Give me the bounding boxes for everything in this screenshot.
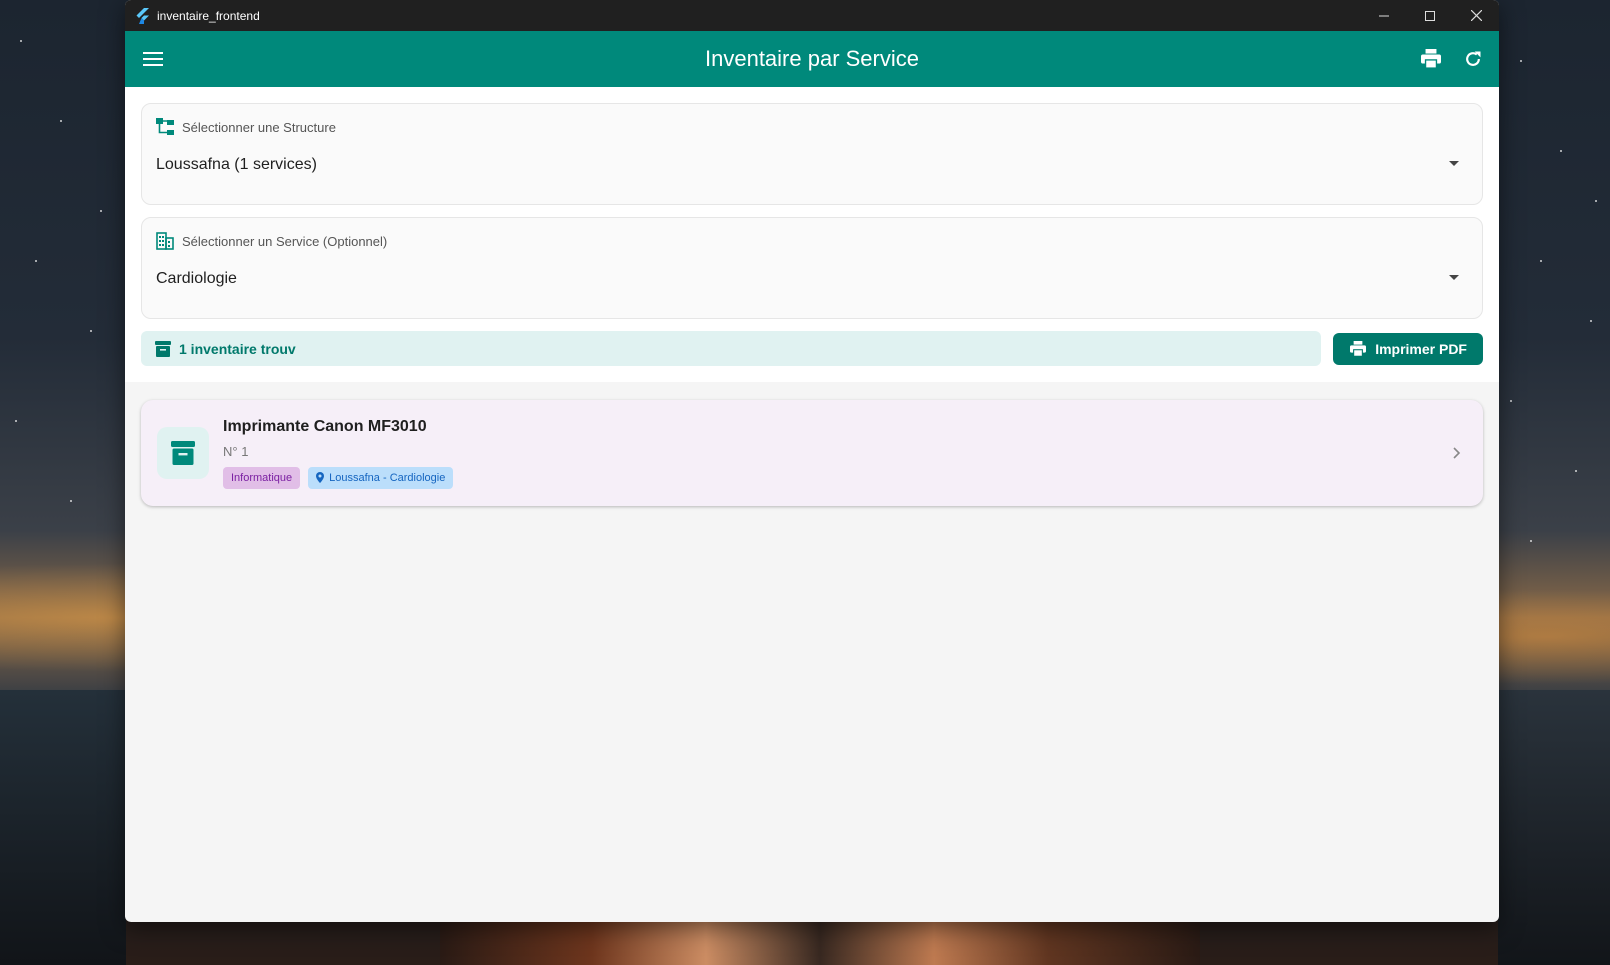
maximize-button[interactable] [1407,0,1453,31]
inventory-list: Imprimante Canon MF3010 N° 1 Informatiqu… [125,382,1499,524]
close-button[interactable] [1453,0,1499,31]
service-label: Sélectionner un Service (Optionnel) [182,233,388,249]
maximize-icon [1425,10,1435,21]
minimize-icon [1379,15,1389,16]
inventory-icon [171,441,195,465]
dropdown-arrow-icon [1449,161,1459,166]
dropdown-arrow-icon [1449,275,1459,280]
business-icon [156,232,174,250]
service-dropdown[interactable]: Sélectionner un Service (Optionnel) Card… [141,217,1483,319]
print-pdf-label: Imprimer PDF [1375,340,1467,357]
app-window: inventaire_frontend Inventaire par Servi… [125,0,1499,922]
print-pdf-button[interactable]: Imprimer PDF [1333,332,1483,365]
item-avatar [157,427,209,479]
page-title: Inventaire par Service [705,46,919,71]
window-titlebar[interactable]: inventaire_frontend [125,0,1499,31]
print-icon [1421,49,1441,69]
location-text: Loussafna - Cardiologie [329,471,446,484]
close-icon [1470,10,1482,21]
print-icon [1350,340,1367,357]
filters-section: Sélectionner une Structure Loussafna (1 … [125,87,1499,382]
structure-label: Sélectionner une Structure [182,119,336,135]
inventory-icon [155,340,171,357]
item-name: Imprimante Canon MF3010 [223,417,427,435]
chevron-right-icon [1453,447,1461,459]
structure-dropdown[interactable]: Sélectionner une Structure Loussafna (1 … [141,103,1483,205]
item-number: N° 1 [223,443,249,459]
refresh-button[interactable] [1455,41,1491,77]
service-value: Cardiologie [156,270,237,287]
app-bar: Inventaire par Service [125,31,1499,87]
menu-icon [143,52,163,66]
print-button[interactable] [1413,41,1449,77]
window-title: inventaire_frontend [157,8,260,23]
minimize-button[interactable] [1361,0,1407,31]
menu-button[interactable] [125,31,181,87]
category-text: Informatique [231,471,293,484]
location-pin-icon [316,472,325,483]
list-item[interactable]: Imprimante Canon MF3010 N° 1 Informatiqu… [141,400,1483,506]
structure-value: Loussafna (1 services) [156,156,317,173]
refresh-icon [1466,51,1481,66]
category-badge: Informatique [223,466,301,489]
flutter-logo-icon [136,7,149,24]
location-badge: Loussafna - Cardiologie [308,466,454,489]
account-tree-icon [156,118,174,135]
results-count-banner: 1 inventaire trouv [141,331,1322,366]
results-count-text: 1 inventaire trouv [179,340,296,357]
